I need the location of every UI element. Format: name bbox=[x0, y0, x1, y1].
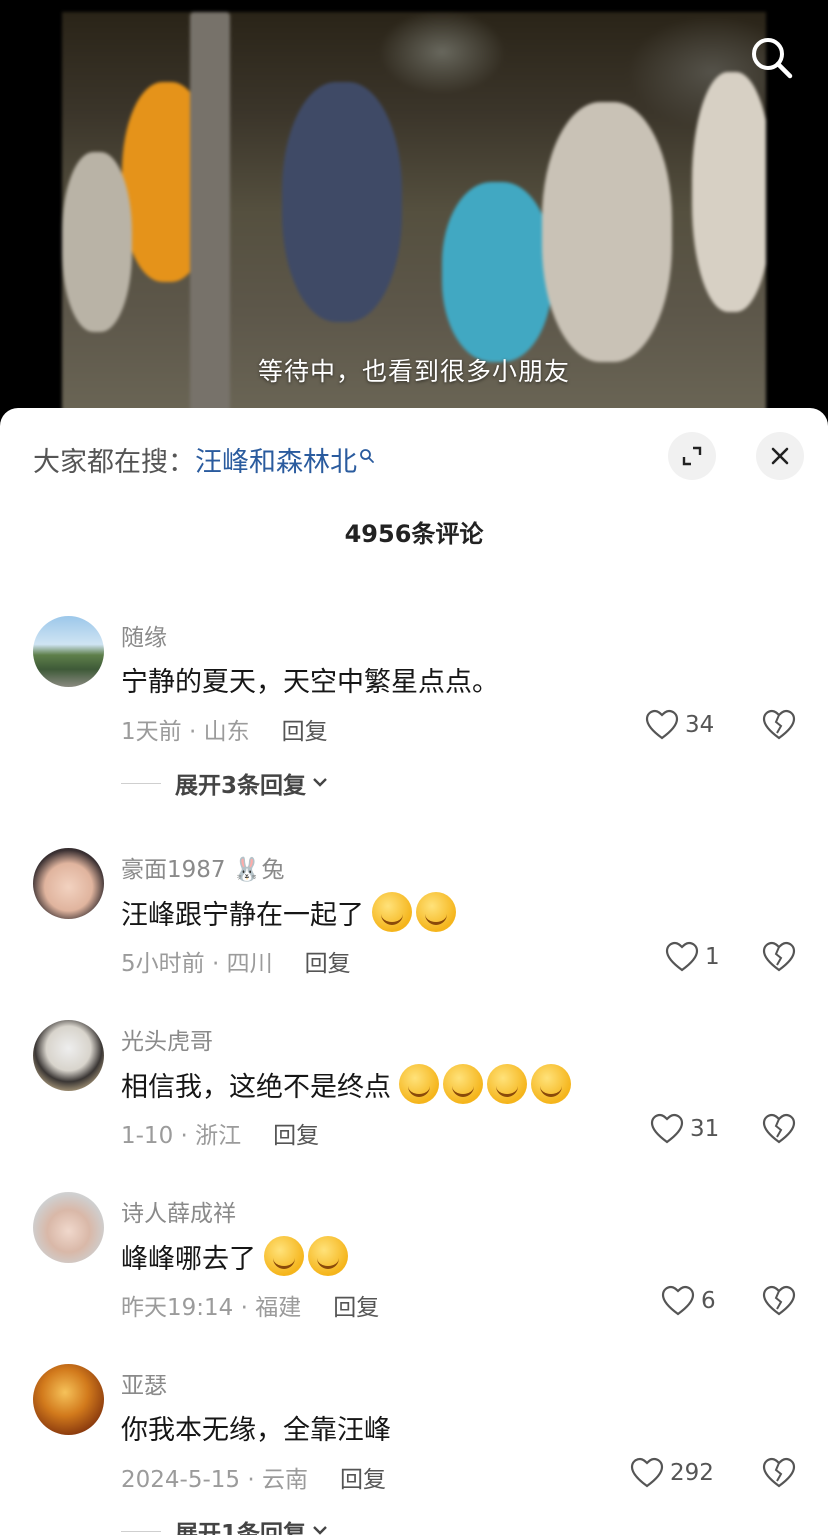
hot-search-prefix: 大家都在搜： bbox=[33, 447, 195, 478]
expand-replies-label: 展开1条回复 bbox=[175, 1521, 307, 1535]
expand-replies-label: 展开3条回复 bbox=[175, 773, 307, 799]
dislike-button[interactable] bbox=[762, 1285, 796, 1321]
reply-button[interactable]: 回复 bbox=[305, 951, 351, 977]
comment-text-row: 汪峰跟宁静在一起了 bbox=[121, 892, 456, 932]
reply-button[interactable]: 回复 bbox=[333, 1295, 379, 1321]
emoji-icon bbox=[264, 1236, 304, 1276]
heart-icon bbox=[650, 1113, 684, 1144]
person-right bbox=[692, 72, 766, 312]
search-icon[interactable] bbox=[746, 32, 798, 84]
comment-username[interactable]: 随缘 bbox=[121, 618, 167, 652]
comment-text: 宁静的夏天，天空中繁星点点。 bbox=[121, 667, 499, 698]
emoji-icon bbox=[487, 1064, 527, 1104]
dislike-button[interactable] bbox=[762, 941, 796, 977]
avatar[interactable] bbox=[33, 1192, 104, 1263]
reply-button[interactable]: 回复 bbox=[282, 719, 328, 745]
expand-replies-button[interactable]: 展开3条回复 bbox=[121, 766, 330, 800]
comment-text: 汪峰跟宁静在一起了 bbox=[121, 899, 364, 931]
comment-item: 随缘 宁静的夏天，天空中繁星点点。 1天前 · 山东 回复 34 展开3条回复 bbox=[0, 608, 828, 808]
comment-username[interactable]: 豪面1987 🐰兔 bbox=[121, 850, 284, 884]
dislike-button[interactable] bbox=[762, 1113, 796, 1149]
heart-icon bbox=[661, 1285, 695, 1316]
person-white-shirt bbox=[542, 102, 672, 362]
like-count: 31 bbox=[690, 1116, 720, 1142]
like-button[interactable]: 6 bbox=[661, 1285, 716, 1317]
heart-icon bbox=[645, 709, 679, 740]
avatar[interactable] bbox=[33, 848, 104, 919]
comment-sheet: 大家都在搜：汪峰和森林北 4956条评论 随缘 宁静的夏天，天空中繁星点点。 1… bbox=[0, 408, 828, 1535]
like-count: 34 bbox=[685, 712, 715, 738]
comment-username[interactable]: 光头虎哥 bbox=[121, 1022, 213, 1056]
emoji-icon bbox=[372, 892, 412, 932]
close-icon bbox=[771, 447, 789, 465]
child-teal-shirt bbox=[442, 182, 552, 362]
divider-line bbox=[121, 1530, 161, 1532]
broken-heart-icon bbox=[762, 1113, 796, 1144]
emoji-icon bbox=[399, 1064, 439, 1104]
hot-search-term[interactable]: 汪峰和森林北 bbox=[195, 447, 357, 478]
like-count: 292 bbox=[670, 1460, 714, 1486]
comment-meta: 5小时前 · 四川 回复 bbox=[121, 944, 351, 978]
comment-time-location: 昨天19:14 · 福建 bbox=[121, 1295, 302, 1321]
comment-text: 你我本无缘，全靠汪峰 bbox=[121, 1415, 391, 1446]
comment-time-location: 5小时前 · 四川 bbox=[121, 951, 273, 977]
comment-text: 相信我，这绝不是终点 bbox=[121, 1071, 391, 1103]
comment-meta: 1天前 · 山东 回复 bbox=[121, 712, 328, 746]
emoji-icon bbox=[308, 1236, 348, 1276]
like-button[interactable]: 31 bbox=[650, 1113, 719, 1145]
video-subtitle: 等待中，也看到很多小朋友 bbox=[257, 357, 570, 386]
person-left bbox=[62, 152, 132, 332]
chevron-down-icon bbox=[313, 778, 327, 787]
hot-search-bar: 大家都在搜：汪峰和森林北 bbox=[33, 440, 375, 479]
broken-heart-icon bbox=[762, 941, 796, 972]
comment-item: 豪面1987 🐰兔 汪峰跟宁静在一起了 5小时前 · 四川 回复 1 bbox=[0, 840, 828, 990]
comment-time-location: 1-10 · 浙江 bbox=[121, 1123, 242, 1149]
comment-meta: 昨天19:14 · 福建 回复 bbox=[121, 1288, 379, 1322]
comment-text: 峰峰哪去了 bbox=[121, 1243, 256, 1275]
broken-heart-icon bbox=[762, 1285, 796, 1316]
comment-time-location: 2024-5-15 · 云南 bbox=[121, 1467, 308, 1493]
comment-meta: 1-10 · 浙江 回复 bbox=[121, 1116, 319, 1150]
emoji-icon bbox=[531, 1064, 571, 1104]
comment-time-location: 1天前 · 山东 bbox=[121, 719, 250, 745]
emoji-icon bbox=[443, 1064, 483, 1104]
comment-item: 光头虎哥 相信我，这绝不是终点 1-10 · 浙江 回复 31 bbox=[0, 1012, 828, 1162]
close-button[interactable] bbox=[756, 432, 804, 480]
broken-heart-icon bbox=[762, 1457, 796, 1488]
comment-username[interactable]: 诗人薛成祥 bbox=[121, 1194, 236, 1228]
comment-username[interactable]: 亚瑟 bbox=[121, 1366, 167, 1400]
like-button[interactable]: 292 bbox=[630, 1457, 714, 1489]
small-search-icon[interactable] bbox=[359, 440, 375, 471]
expand-button[interactable] bbox=[668, 432, 716, 480]
expand-icon bbox=[682, 446, 702, 466]
like-count: 1 bbox=[705, 944, 720, 970]
chevron-down-icon bbox=[313, 1526, 327, 1535]
like-button[interactable]: 1 bbox=[665, 941, 720, 973]
person-blue-shirt bbox=[282, 82, 402, 322]
dislike-button[interactable] bbox=[762, 709, 796, 745]
comment-count: 4956条评论 bbox=[344, 520, 484, 548]
comment-text-row: 峰峰哪去了 bbox=[121, 1236, 348, 1276]
avatar[interactable] bbox=[33, 1020, 104, 1091]
broken-heart-icon bbox=[762, 709, 796, 740]
divider-line bbox=[121, 782, 161, 784]
expand-replies-button[interactable]: 展开1条回复 bbox=[121, 1514, 330, 1535]
reply-button[interactable]: 回复 bbox=[273, 1123, 319, 1149]
dislike-button[interactable] bbox=[762, 1457, 796, 1493]
heart-icon bbox=[665, 941, 699, 972]
heart-icon bbox=[630, 1457, 664, 1488]
comment-text-row: 相信我，这绝不是终点 bbox=[121, 1064, 571, 1104]
avatar[interactable] bbox=[33, 616, 104, 687]
comment-meta: 2024-5-15 · 云南 回复 bbox=[121, 1460, 386, 1494]
comment-item: 诗人薛成祥 峰峰哪去了 昨天19:14 · 福建 回复 6 bbox=[0, 1184, 828, 1334]
comment-item: 亚瑟 你我本无缘，全靠汪峰 2024-5-15 · 云南 回复 292 展开1条回… bbox=[0, 1356, 828, 1535]
reply-button[interactable]: 回复 bbox=[340, 1467, 386, 1493]
like-count: 6 bbox=[701, 1288, 716, 1314]
video-player[interactable]: 等待中，也看到很多小朋友 bbox=[0, 0, 828, 430]
emoji-icon bbox=[416, 892, 456, 932]
avatar[interactable] bbox=[33, 1364, 104, 1435]
like-button[interactable]: 34 bbox=[645, 709, 714, 741]
